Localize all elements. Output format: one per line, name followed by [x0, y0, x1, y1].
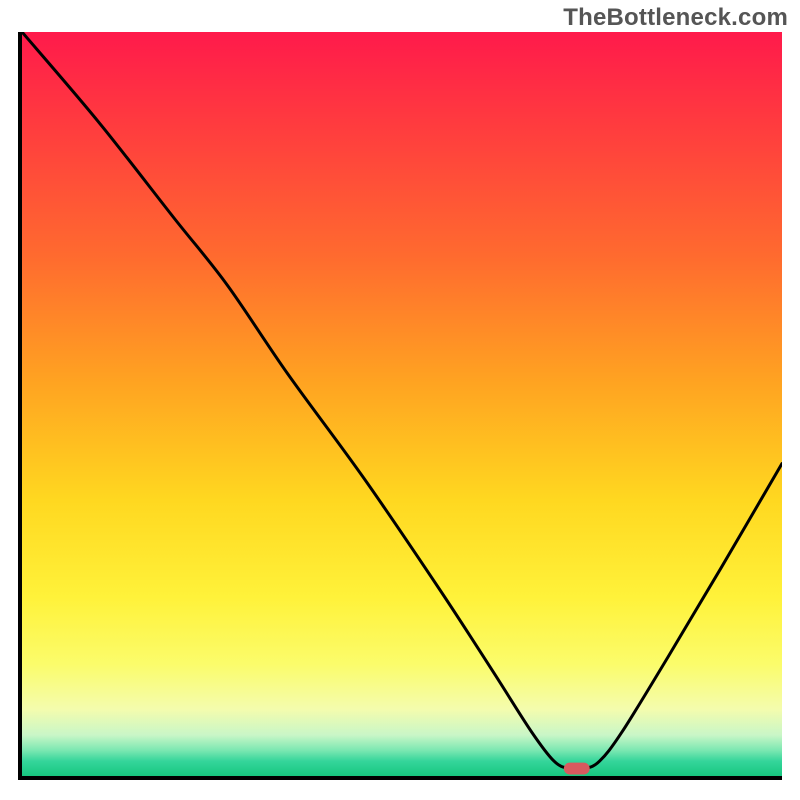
watermark-text: TheBottleneck.com: [563, 4, 788, 32]
chart-frame: TheBottleneck.com: [0, 0, 800, 800]
curve-layer: [22, 32, 782, 776]
optimum-marker: [564, 763, 590, 775]
plot-area: [18, 32, 782, 780]
bottleneck-curve-path: [22, 32, 782, 769]
